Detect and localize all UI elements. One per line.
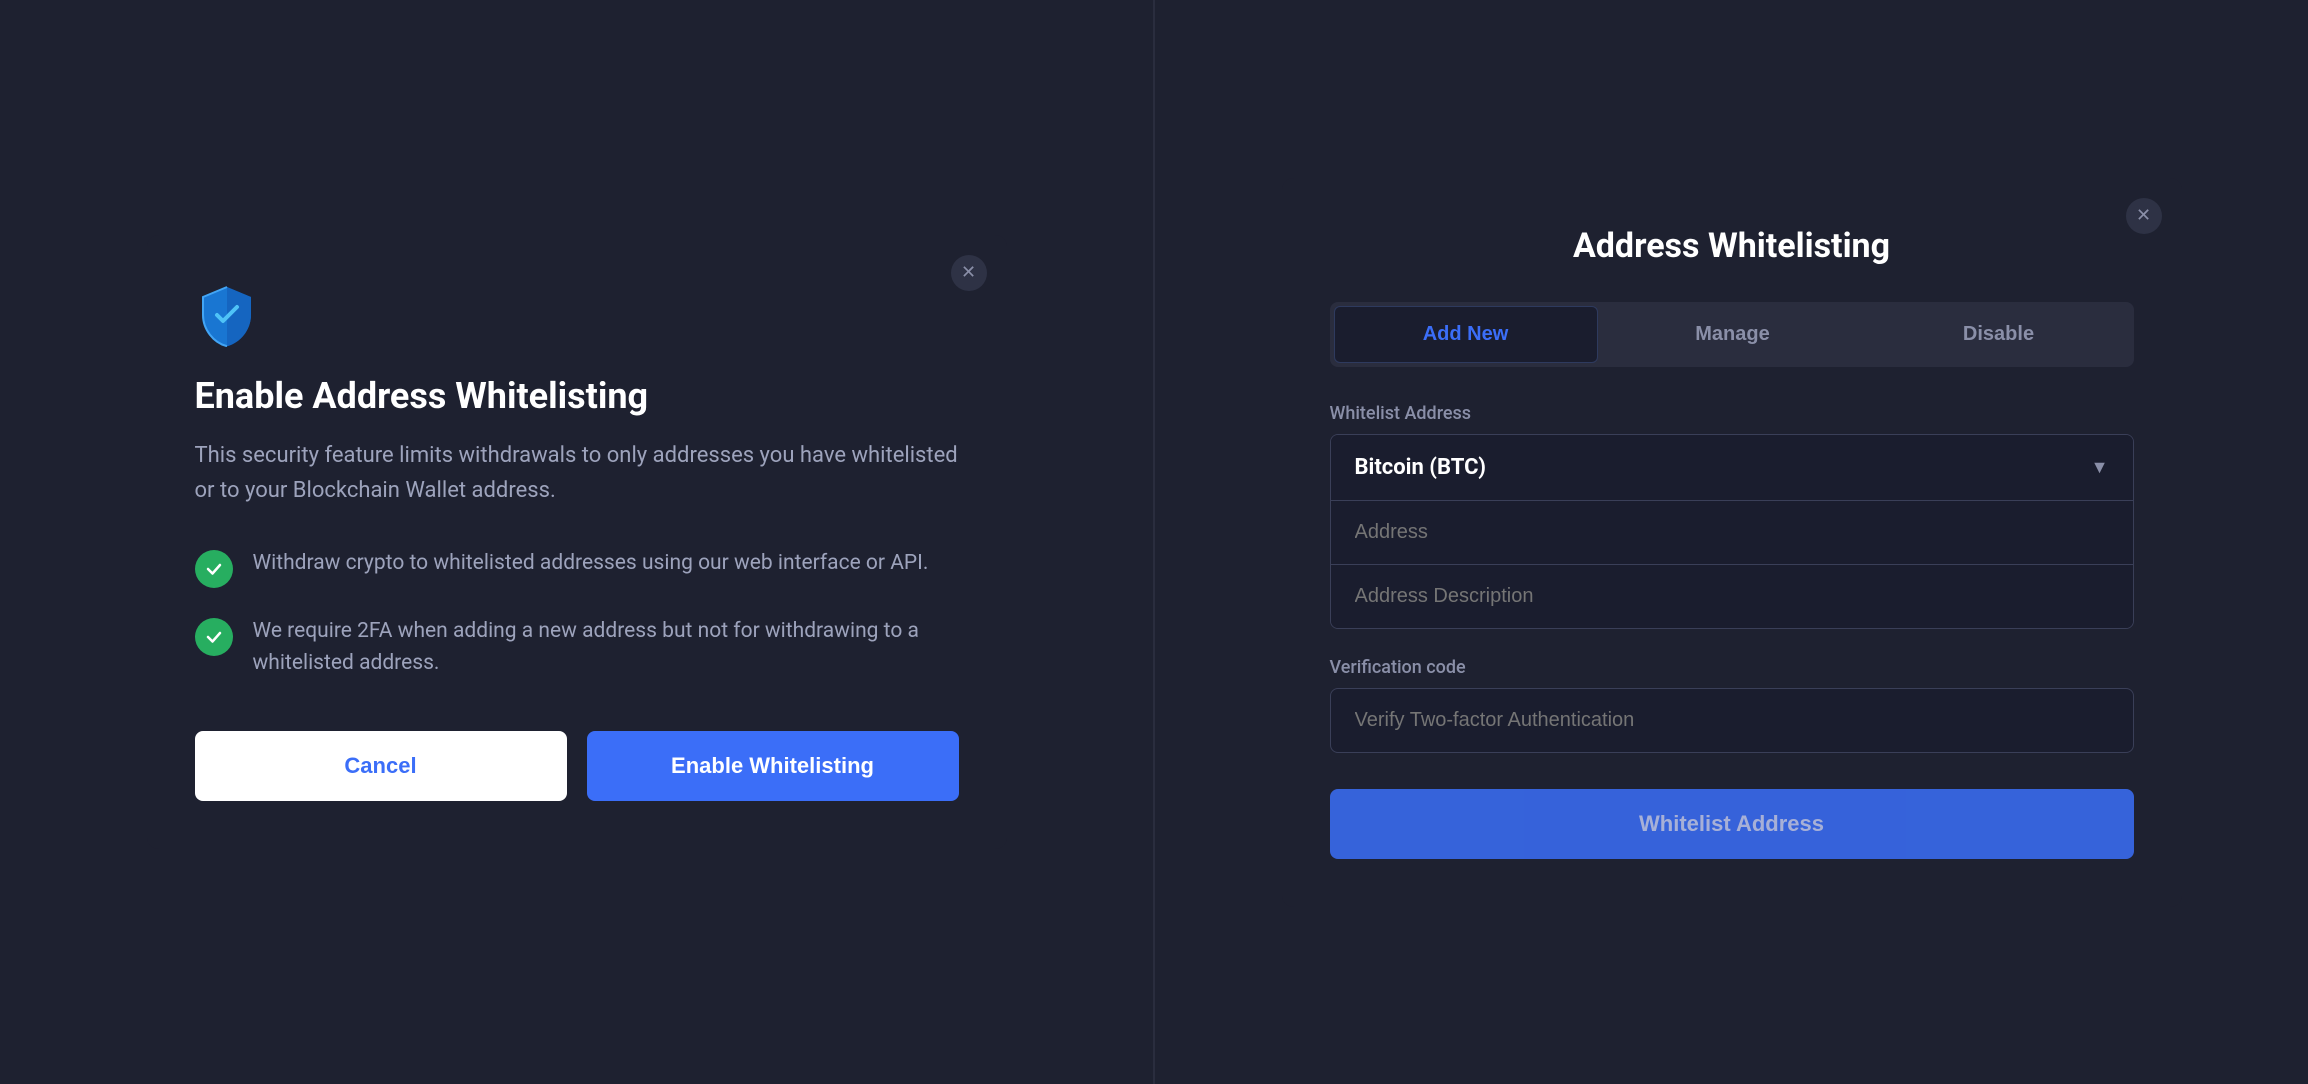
feature-item-1: Withdraw crypto to whitelisted addresses… (195, 548, 959, 588)
right-panel: ✕ Address Whitelisting Add New Manage Di… (1153, 0, 2308, 1084)
feature-text-2: We require 2FA when adding a new address… (253, 616, 959, 679)
enable-whitelisting-button[interactable]: Enable Whitelisting (587, 731, 959, 801)
left-panel: ✕ Enable Address Whitelisting This secur… (0, 0, 1153, 1084)
chevron-down-icon: ▼ (2091, 457, 2109, 478)
close-button-right[interactable]: ✕ (2126, 198, 2162, 234)
shield-icon (195, 283, 259, 347)
verification-section: Verification code (1330, 657, 2134, 753)
button-row: Cancel Enable Whitelisting (195, 731, 959, 801)
address-fields-group: Bitcoin (BTC) ▼ (1330, 434, 2134, 629)
right-modal-title: Address Whitelisting (1330, 226, 2134, 266)
tab-manage[interactable]: Manage (1602, 306, 1864, 363)
enable-whitelisting-modal: ✕ Enable Address Whitelisting This secur… (147, 235, 1007, 850)
currency-value: Bitcoin (BTC) (1355, 455, 1486, 480)
close-icon: ✕ (961, 262, 976, 283)
verification-code-label: Verification code (1330, 657, 2134, 678)
verification-code-input[interactable] (1330, 688, 2134, 753)
address-description-input[interactable] (1331, 564, 2133, 628)
modal-title: Enable Address Whitelisting (195, 375, 959, 418)
currency-select[interactable]: Bitcoin (BTC) ▼ (1331, 435, 2133, 501)
check-circle-2 (195, 618, 233, 656)
modal-description: This security feature limits withdrawals… (195, 438, 959, 508)
whitelist-address-button[interactable]: Whitelist Address (1330, 789, 2134, 859)
address-input[interactable] (1331, 501, 2133, 564)
tab-row: Add New Manage Disable (1330, 302, 2134, 367)
whitelist-address-section: Whitelist Address Bitcoin (BTC) ▼ (1330, 403, 2134, 629)
close-button[interactable]: ✕ (951, 255, 987, 291)
tab-disable[interactable]: Disable (1868, 306, 2130, 363)
close-icon-right: ✕ (2136, 205, 2151, 226)
feature-list: Withdraw crypto to whitelisted addresses… (195, 548, 959, 679)
whitelist-address-label: Whitelist Address (1330, 403, 2134, 424)
address-whitelisting-modal: ✕ Address Whitelisting Add New Manage Di… (1282, 178, 2182, 907)
cancel-button[interactable]: Cancel (195, 731, 567, 801)
feature-item-2: We require 2FA when adding a new address… (195, 616, 959, 679)
check-circle-1 (195, 550, 233, 588)
tab-add-new[interactable]: Add New (1334, 306, 1598, 363)
feature-text-1: Withdraw crypto to whitelisted addresses… (253, 548, 929, 580)
